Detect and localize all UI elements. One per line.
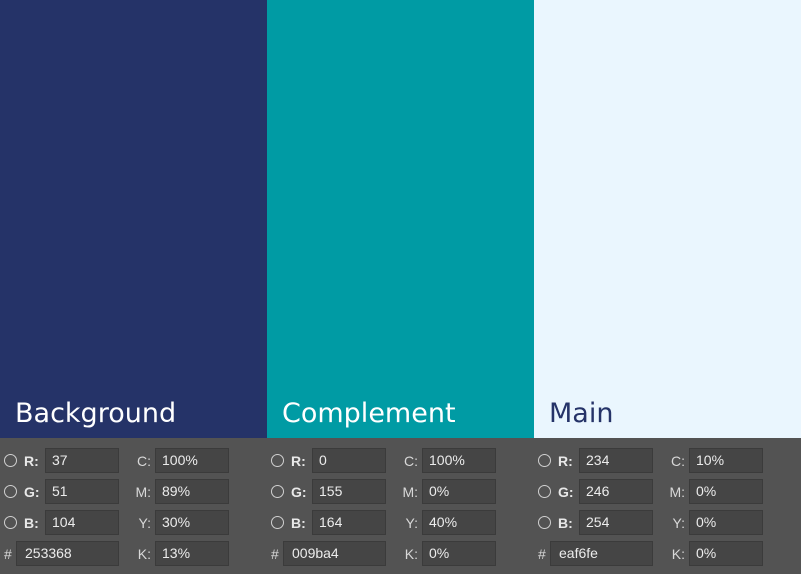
green-field[interactable]: 51 — [45, 479, 119, 504]
red-row: R: 234 C: 10% — [534, 447, 801, 475]
swatch-background: Background — [0, 0, 267, 438]
red-row: R: 0 C: 100% — [267, 447, 534, 475]
blue-field[interactable]: 104 — [45, 510, 119, 535]
green-label: G: — [558, 484, 574, 500]
swatch-complement: Complement — [267, 0, 534, 438]
black-field[interactable]: 13% — [155, 541, 229, 566]
blue-row: B: 104 Y: 30% — [0, 509, 267, 537]
black-label: K: — [404, 546, 418, 562]
cyan-label: C: — [404, 453, 418, 469]
cyan-label: C: — [671, 453, 685, 469]
green-row: G: 246 M: 0% — [534, 478, 801, 506]
red-radio[interactable] — [4, 454, 17, 467]
blue-label: B: — [291, 515, 306, 531]
hex-row: # 009ba4 K: 0% — [267, 540, 534, 568]
swatch-title: Complement — [282, 398, 456, 429]
blue-radio[interactable] — [271, 516, 284, 529]
green-field[interactable]: 155 — [312, 479, 386, 504]
hex-field[interactable]: eaf6fe — [550, 541, 653, 566]
yellow-label: Y: — [405, 515, 418, 531]
red-field[interactable]: 0 — [312, 448, 386, 473]
color-values-panel-background: R: 37 C: 100% G: 51 M: 89% B: 104 Y: 30%… — [0, 438, 267, 574]
red-field[interactable]: 37 — [45, 448, 119, 473]
magenta-field[interactable]: 0% — [422, 479, 496, 504]
blue-radio[interactable] — [538, 516, 551, 529]
cyan-label: C: — [137, 453, 151, 469]
color-values-panel-main: R: 234 C: 10% G: 246 M: 0% B: 254 Y: 0% … — [534, 438, 801, 574]
green-radio[interactable] — [4, 485, 17, 498]
yellow-label: Y: — [138, 515, 151, 531]
red-row: R: 37 C: 100% — [0, 447, 267, 475]
red-label: R: — [291, 453, 306, 469]
red-radio[interactable] — [538, 454, 551, 467]
red-radio[interactable] — [271, 454, 284, 467]
hash-label: # — [4, 546, 12, 562]
color-values-panel-complement: R: 0 C: 100% G: 155 M: 0% B: 164 Y: 40% … — [267, 438, 534, 574]
yellow-field[interactable]: 40% — [422, 510, 496, 535]
magenta-label: M: — [402, 484, 418, 500]
cyan-field[interactable]: 100% — [155, 448, 229, 473]
magenta-label: M: — [135, 484, 151, 500]
black-label: K: — [671, 546, 685, 562]
magenta-field[interactable]: 89% — [155, 479, 229, 504]
green-row: G: 155 M: 0% — [267, 478, 534, 506]
swatch-title: Background — [15, 398, 177, 429]
magenta-label: M: — [669, 484, 685, 500]
hash-label: # — [271, 546, 279, 562]
yellow-field[interactable]: 30% — [155, 510, 229, 535]
magenta-field[interactable]: 0% — [689, 479, 763, 504]
green-row: G: 51 M: 89% — [0, 478, 267, 506]
black-field[interactable]: 0% — [689, 541, 763, 566]
hash-label: # — [538, 546, 546, 562]
black-label: K: — [137, 546, 151, 562]
green-label: G: — [24, 484, 40, 500]
blue-label: B: — [558, 515, 573, 531]
swatch-main: Main — [534, 0, 801, 438]
yellow-field[interactable]: 0% — [689, 510, 763, 535]
green-field[interactable]: 246 — [579, 479, 653, 504]
blue-row: B: 254 Y: 0% — [534, 509, 801, 537]
green-radio[interactable] — [271, 485, 284, 498]
hex-field[interactable]: 009ba4 — [283, 541, 386, 566]
hex-row: # eaf6fe K: 0% — [534, 540, 801, 568]
blue-field[interactable]: 164 — [312, 510, 386, 535]
blue-row: B: 164 Y: 40% — [267, 509, 534, 537]
black-field[interactable]: 0% — [422, 541, 496, 566]
yellow-label: Y: — [672, 515, 685, 531]
blue-radio[interactable] — [4, 516, 17, 529]
blue-label: B: — [24, 515, 39, 531]
red-label: R: — [558, 453, 573, 469]
red-label: R: — [24, 453, 39, 469]
green-label: G: — [291, 484, 307, 500]
green-radio[interactable] — [538, 485, 551, 498]
cyan-field[interactable]: 10% — [689, 448, 763, 473]
hex-row: # 253368 K: 13% — [0, 540, 267, 568]
hex-field[interactable]: 253368 — [16, 541, 119, 566]
cyan-field[interactable]: 100% — [422, 448, 496, 473]
red-field[interactable]: 234 — [579, 448, 653, 473]
blue-field[interactable]: 254 — [579, 510, 653, 535]
swatch-title: Main — [549, 398, 614, 429]
